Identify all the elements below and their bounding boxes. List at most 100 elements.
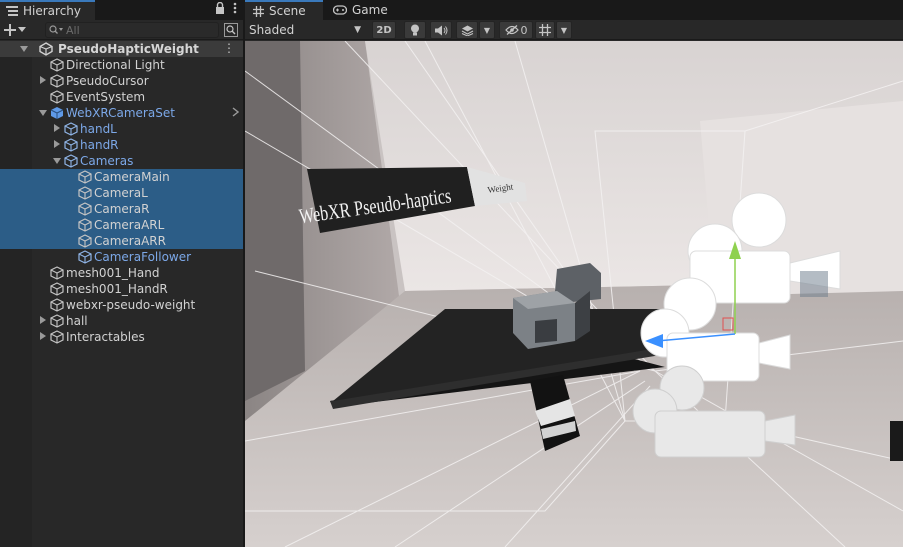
- effects-dropdown-button[interactable]: ▼: [479, 21, 495, 39]
- hierarchy-item[interactable]: CameraL: [0, 185, 243, 201]
- hierarchy-item[interactable]: WebXRCameraSet: [0, 105, 243, 121]
- scene-panel: Scene Game Shaded ▼ 2D ▼ 0 ▼ WebXR Pseud…: [245, 0, 903, 547]
- effects-toggle[interactable]: [456, 21, 478, 39]
- eye-hidden-icon: [504, 25, 519, 35]
- hierarchy-item[interactable]: CameraARL: [0, 217, 243, 233]
- hierarchy-item-label: Cameras: [80, 154, 134, 168]
- hierarchy-item[interactable]: Cameras: [0, 153, 243, 169]
- scene-viewport[interactable]: WebXR Pseudo-haptics Weight: [245, 41, 903, 547]
- caret-down-icon: ▼: [483, 25, 491, 35]
- search-input[interactable]: [66, 23, 206, 37]
- gameobject-cube-icon: [50, 314, 64, 328]
- lock-icon[interactable]: [215, 2, 225, 14]
- unity-logo-icon: [39, 42, 53, 56]
- hierarchy-item[interactable]: EventSystem: [0, 89, 243, 105]
- collapse-arrow-icon[interactable]: [52, 140, 62, 150]
- gameobject-cube-icon: [50, 58, 64, 72]
- scene-visibility-toggle[interactable]: 0: [499, 21, 533, 39]
- expand-arrow-icon[interactable]: [0, 46, 32, 52]
- prefab-cube-icon: [64, 154, 78, 168]
- scene-name: PseudoHapticWeight: [58, 42, 199, 56]
- hidden-objects-count: 0: [520, 23, 528, 37]
- hierarchy-item-label: hall: [66, 314, 88, 328]
- hierarchy-item-label: CameraARR: [94, 234, 166, 248]
- prefab-cube-icon: [50, 106, 64, 120]
- hierarchy-item[interactable]: PseudoCursor: [0, 73, 243, 89]
- tab-game[interactable]: Game: [325, 0, 395, 20]
- tree-indent: [0, 76, 48, 86]
- collapse-arrow-icon[interactable]: [38, 76, 48, 86]
- hierarchy-item-label: Directional Light: [66, 58, 165, 72]
- expand-arrow-icon[interactable]: [52, 157, 62, 166]
- toggle-2d-label: 2D: [376, 24, 392, 36]
- caret-down-icon: [18, 27, 26, 32]
- hierarchy-search[interactable]: [45, 22, 219, 38]
- hierarchy-toolbar: [0, 20, 243, 40]
- gizmo-grid-toggle[interactable]: [535, 21, 555, 39]
- gameobject-cube-icon: [50, 74, 64, 88]
- speaker-icon: [434, 25, 447, 35]
- hierarchy-item-label: mesh001_HandR: [66, 282, 168, 296]
- hierarchy-item[interactable]: handL: [0, 121, 243, 137]
- tab-scene-label: Scene: [269, 4, 306, 18]
- grid-gizmo-icon: [539, 24, 551, 36]
- gameobject-cube-icon: [50, 90, 64, 104]
- caret-down-icon: ▼: [560, 25, 568, 35]
- hash-grid-icon: [253, 5, 264, 17]
- tree-indent: [0, 124, 62, 134]
- scene-root-row[interactable]: PseudoHapticWeight ⋮: [0, 41, 243, 57]
- hierarchy-tabbar: Hierarchy: [0, 0, 243, 20]
- tab-hierarchy[interactable]: Hierarchy: [0, 0, 95, 20]
- hierarchy-item[interactable]: handR: [0, 137, 243, 153]
- tree-indent: [0, 332, 48, 342]
- collapse-arrow-icon[interactable]: [38, 316, 48, 326]
- lighting-toggle[interactable]: [404, 21, 426, 39]
- toggle-2d-button[interactable]: 2D: [372, 21, 396, 39]
- collapse-arrow-icon[interactable]: [52, 124, 62, 134]
- hierarchy-item[interactable]: hall: [0, 313, 243, 329]
- hierarchy-item[interactable]: Interactables: [0, 329, 243, 345]
- gameobject-cube-icon: [78, 218, 92, 232]
- hierarchy-item[interactable]: webxr-pseudo-weight: [0, 297, 243, 313]
- gameobject-cube-icon: [50, 266, 64, 280]
- hierarchy-item-label: CameraARL: [94, 218, 165, 232]
- hierarchy-list-icon: [6, 6, 18, 16]
- hierarchy-item[interactable]: CameraFollower: [0, 249, 243, 265]
- open-prefab-icon[interactable]: [232, 106, 240, 120]
- kebab-menu-icon[interactable]: [233, 2, 237, 14]
- gizmos-dropdown-button[interactable]: ▼: [556, 21, 572, 39]
- gameobject-cube-icon: [50, 298, 64, 312]
- gameobject-cube-icon: [50, 282, 64, 296]
- gamepad-icon: [333, 5, 347, 15]
- prefab-cube-icon: [78, 250, 92, 264]
- hierarchy-item[interactable]: mesh001_HandR: [0, 281, 243, 297]
- tree-indent: [0, 316, 48, 326]
- tab-scene[interactable]: Scene: [245, 0, 323, 20]
- create-button[interactable]: [4, 22, 34, 38]
- hierarchy-item[interactable]: mesh001_Hand: [0, 265, 243, 281]
- hierarchy-item[interactable]: CameraMain: [0, 169, 243, 185]
- scene-menu-icon[interactable]: ⋮: [223, 41, 235, 55]
- hierarchy-item[interactable]: CameraR: [0, 201, 243, 217]
- tree-indent: [0, 140, 62, 150]
- scene-object-edge: [890, 421, 903, 461]
- gameobject-cube-icon: [78, 202, 92, 216]
- hierarchy-item-label: Interactables: [66, 330, 145, 344]
- scene-render[interactable]: WebXR Pseudo-haptics Weight: [245, 41, 903, 547]
- gameobject-cube-icon: [78, 170, 92, 184]
- scene-tabbar: Scene Game: [245, 0, 903, 20]
- tree-indent: [0, 157, 62, 166]
- hierarchy-item-label: PseudoCursor: [66, 74, 149, 88]
- hierarchy-item[interactable]: Directional Light: [0, 57, 243, 73]
- collapse-arrow-icon[interactable]: [38, 332, 48, 342]
- search-scene-icon[interactable]: [224, 23, 238, 37]
- expand-arrow-icon[interactable]: [38, 109, 48, 118]
- gameobject-cube-icon: [78, 234, 92, 248]
- hierarchy-item-label: CameraMain: [94, 170, 170, 184]
- hierarchy-item-label: handR: [80, 138, 119, 152]
- shading-mode-dropdown[interactable]: Shaded ▼: [245, 21, 365, 39]
- audio-toggle[interactable]: [430, 21, 452, 39]
- hierarchy-item[interactable]: CameraARR: [0, 233, 243, 249]
- tab-hierarchy-label: Hierarchy: [23, 4, 82, 18]
- tab-game-label: Game: [352, 3, 388, 17]
